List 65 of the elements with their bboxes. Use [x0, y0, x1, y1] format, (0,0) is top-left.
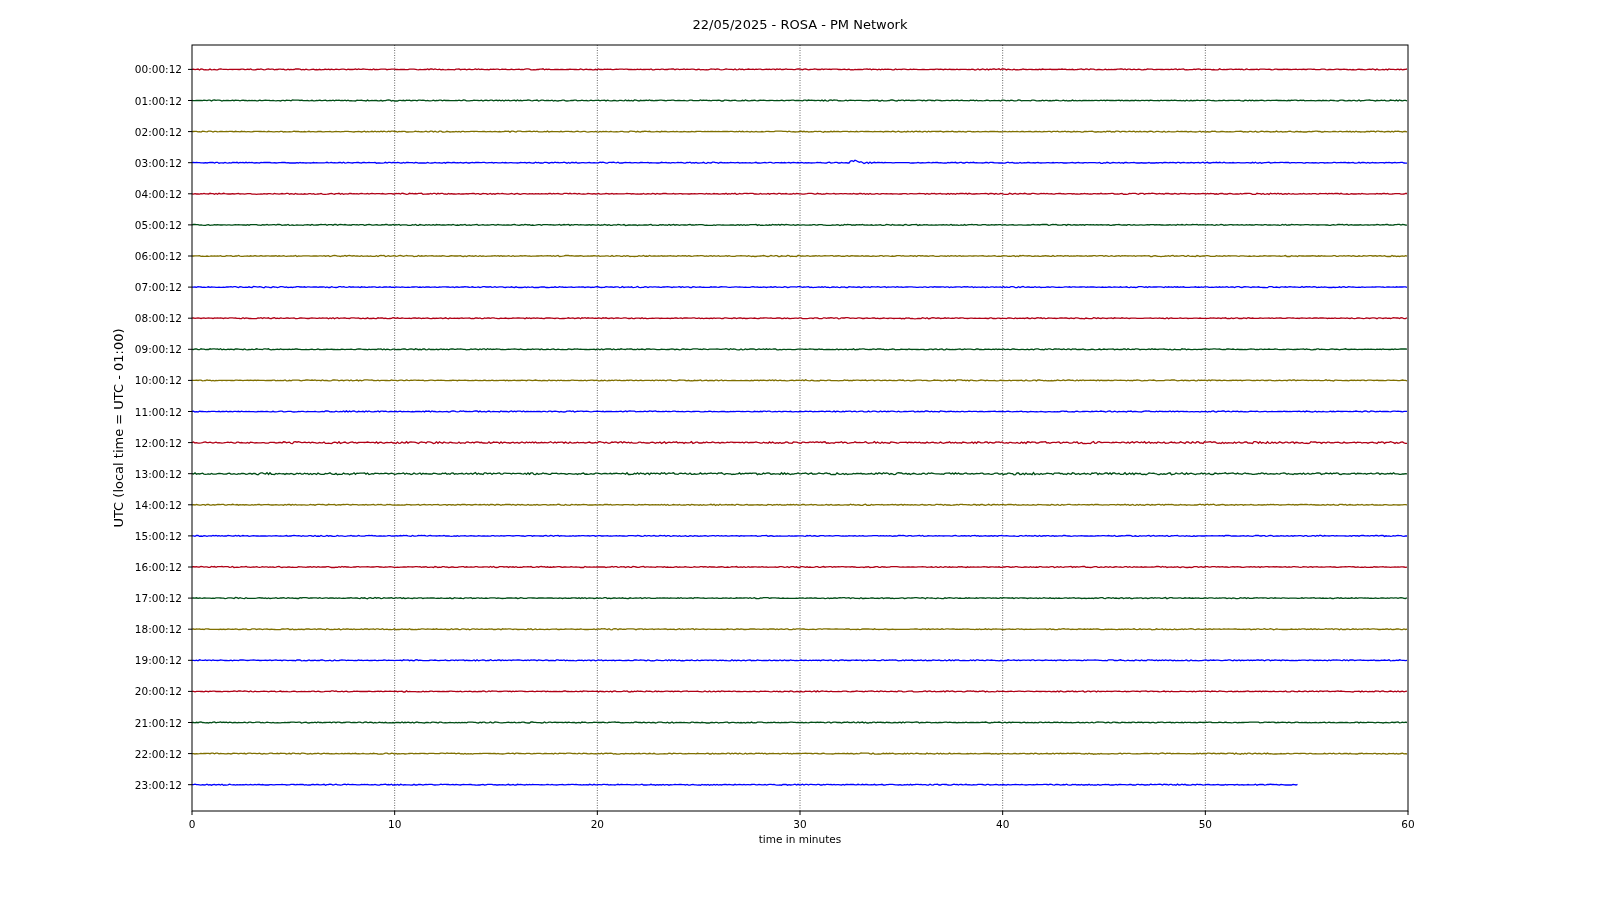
y-tick-label: 10:00:12: [134, 374, 182, 387]
y-tick-label: 16:00:12: [134, 561, 182, 573]
x-tick-label: 20: [590, 818, 604, 830]
y-tick-label: 08:00:12: [134, 312, 182, 325]
y-tick-label: 02:00:12: [134, 125, 182, 138]
y-tick-label: 03:00:12: [134, 156, 182, 169]
tick-mark: [187, 131, 193, 133]
x-tick-label: 30: [793, 818, 807, 830]
y-tick-label: 21:00:12: [134, 716, 182, 729]
tick-mark: [596, 810, 598, 816]
x-axis-label: time in minutes: [758, 833, 842, 845]
y-tick-label: 19:00:12: [134, 654, 182, 667]
y-tick-label: 14:00:12: [134, 498, 182, 511]
y-tick-label: 06:00:12: [134, 250, 182, 262]
tick-mark: [187, 722, 193, 723]
y-tick-label: 05:00:12: [134, 218, 182, 231]
tick-mark: [187, 442, 193, 444]
tick-mark: [187, 411, 193, 412]
tick-mark: [1002, 810, 1004, 816]
tick-mark: [187, 597, 193, 599]
tick-mark: [1204, 810, 1206, 816]
y-tick-label: 11:00:12: [134, 405, 182, 418]
tick-mark: [187, 286, 193, 288]
tick-mark: [187, 690, 193, 692]
x-tick-label: 0: [188, 818, 196, 830]
tick-mark: [187, 100, 193, 101]
x-tick-label: 40: [996, 818, 1010, 830]
tick-mark: [187, 193, 193, 195]
tick-mark: [187, 535, 193, 537]
y-tick-label: 22:00:12: [134, 747, 182, 760]
tick-mark: [191, 810, 193, 816]
y-tick-label: 00:00:12: [134, 63, 182, 76]
tick-mark: [187, 659, 193, 661]
tick-mark: [187, 473, 193, 475]
tick-mark: [187, 628, 193, 630]
tick-mark: [394, 810, 396, 816]
y-tick-label: 17:00:12: [134, 592, 182, 605]
tick-mark: [187, 255, 193, 257]
tick-mark: [187, 224, 193, 226]
tick-mark: [1407, 810, 1409, 816]
x-tick-label: 60: [1401, 818, 1415, 830]
y-tick-label: 04:00:12: [134, 187, 182, 200]
y-tick-label: 13:00:12: [134, 467, 182, 480]
chart-title: 22/05/2025 - ROSA - PM Network: [692, 17, 908, 32]
y-tick-label: 23:00:12: [134, 778, 182, 791]
tick-mark: [187, 566, 193, 568]
tick-mark: [799, 810, 801, 816]
tick-mark: [187, 379, 193, 381]
y-tick-label: 20:00:12: [134, 685, 182, 698]
tick-mark: [187, 504, 193, 506]
y-tick-label: 18:00:12: [134, 623, 182, 636]
y-axis-label: UTC (local time = UTC - 01:00): [111, 328, 126, 528]
y-tick-label: 07:00:12: [134, 281, 182, 294]
x-tick-label: 10: [388, 818, 402, 830]
tick-mark: [187, 162, 193, 164]
tick-mark: [187, 753, 193, 755]
y-tick-label: 15:00:12: [134, 529, 182, 542]
tick-mark: [187, 317, 193, 319]
tick-mark: [187, 784, 193, 786]
tick-mark: [187, 348, 193, 350]
x-tick-label: 50: [1198, 818, 1212, 830]
y-tick-label: 01:00:12: [134, 94, 182, 107]
y-tick-label: 09:00:12: [134, 343, 182, 356]
tick-mark: [187, 68, 193, 70]
y-tick-label: 12:00:12: [134, 436, 182, 449]
